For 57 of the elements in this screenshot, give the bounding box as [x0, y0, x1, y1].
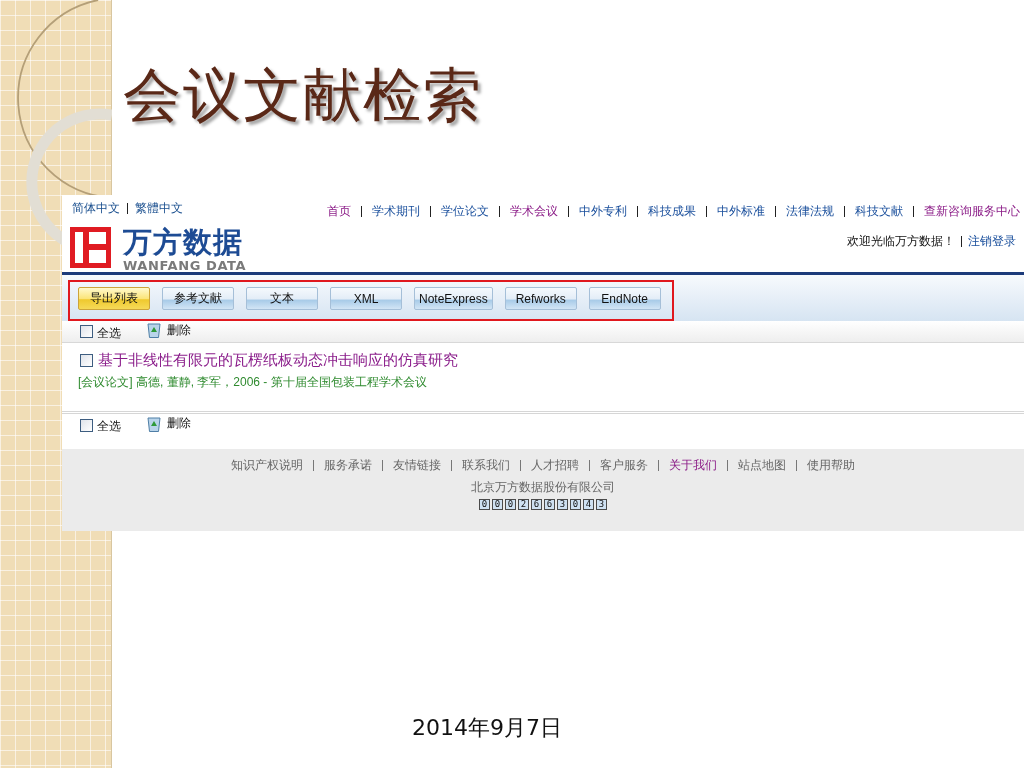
- export-button[interactable]: 导出列表: [78, 287, 150, 310]
- logo-subtitle: WANFANG DATA: [123, 259, 247, 273]
- logo-icon: [70, 227, 111, 268]
- footer-link[interactable]: 人才招聘: [531, 456, 579, 474]
- export-button[interactable]: Refworks: [504, 287, 577, 310]
- counter-digit: 0: [492, 499, 503, 510]
- export-button[interactable]: 文本: [246, 287, 318, 310]
- checkbox[interactable]: [80, 353, 93, 367]
- footer-link[interactable]: 客户服务: [600, 456, 648, 474]
- result-title-link[interactable]: 基于非线性有限元的瓦楞纸板动态冲击响应的仿真研究: [98, 350, 458, 370]
- counter-digit: 6: [531, 499, 542, 510]
- counter-digit: 0: [570, 499, 581, 510]
- nav-link[interactable]: 学位论文: [441, 204, 489, 218]
- counter-digit: 3: [596, 499, 607, 510]
- footer-link[interactable]: 联系我们: [462, 456, 510, 474]
- nav-link[interactable]: 中外专利: [579, 204, 627, 218]
- footer-link[interactable]: 关于我们: [669, 456, 717, 474]
- checkbox[interactable]: [80, 325, 93, 338]
- delete-button[interactable]: 删除: [147, 321, 191, 339]
- footer-link[interactable]: 服务承诺: [324, 456, 372, 474]
- nav-link[interactable]: 学术会议: [510, 204, 558, 218]
- logout-link[interactable]: 注销登录: [968, 232, 1016, 250]
- slide-date: 2014年9月7日: [412, 715, 562, 741]
- nav-link[interactable]: 中外标准: [717, 204, 765, 218]
- select-all-label: 全选: [97, 324, 121, 342]
- counter-digit: 0: [505, 499, 516, 510]
- result-meta: [会议论文] 高德, 董静, 李军，2006 - 第十届全国包装工程学术会议: [78, 374, 427, 390]
- counter-digit: 3: [557, 499, 568, 510]
- nav-link[interactable]: 法律法规: [786, 204, 834, 218]
- nav-link[interactable]: 查新咨询服务中心: [924, 204, 1020, 218]
- export-button[interactable]: XML: [330, 287, 402, 310]
- slide-title: 会议文献检索: [123, 60, 483, 130]
- recycle-bin-icon: [147, 322, 161, 338]
- export-button[interactable]: EndNote: [588, 287, 661, 310]
- export-button[interactable]: 参考文献: [162, 287, 234, 310]
- footer-link[interactable]: 友情链接: [393, 456, 441, 474]
- recycle-bin-icon: [147, 415, 161, 432]
- checkbox[interactable]: [80, 418, 93, 432]
- footer-link[interactable]: 站点地图: [738, 456, 786, 474]
- counter-digit: 2: [518, 499, 529, 510]
- logo-text: 万方数据: [123, 227, 244, 257]
- footer-link[interactable]: 知识产权说明: [231, 456, 303, 474]
- counter-digit: 0: [479, 499, 490, 510]
- footer-link[interactable]: 使用帮助: [807, 456, 855, 474]
- counter-digit: 6: [544, 499, 555, 510]
- counter-digit: 4: [583, 499, 594, 510]
- company-name: 北京万方数据股份有限公司: [471, 479, 615, 495]
- welcome-text: 欢迎光临万方数据！: [847, 232, 955, 250]
- language-link[interactable]: 简体中文: [72, 201, 120, 215]
- delete-button[interactable]: 删除: [147, 415, 191, 432]
- nav-link[interactable]: 科技文献: [855, 204, 903, 218]
- language-link[interactable]: 繁體中文: [135, 201, 183, 215]
- nav-link[interactable]: 首页: [327, 204, 351, 218]
- export-button[interactable]: NoteExpress: [414, 287, 493, 310]
- select-all-label: 全选: [97, 418, 121, 435]
- nav-link[interactable]: 科技成果: [648, 204, 696, 218]
- nav-link[interactable]: 学术期刊: [372, 204, 420, 218]
